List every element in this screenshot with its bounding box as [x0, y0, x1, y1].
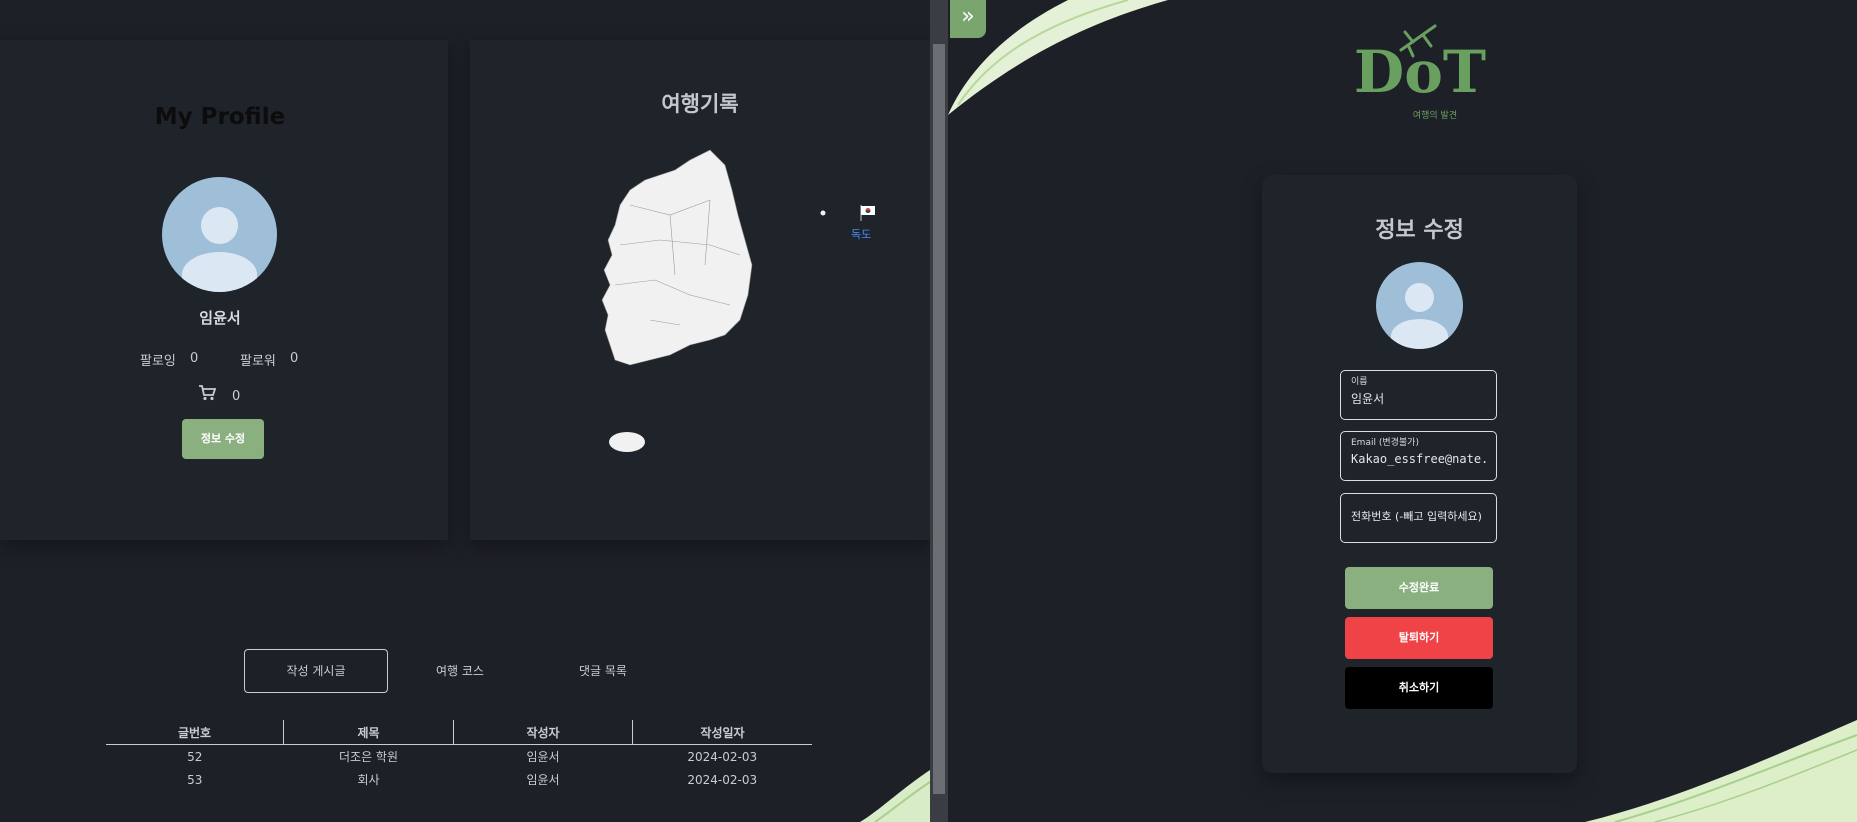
withdraw-button[interactable]: 탈퇴하기 [1345, 617, 1493, 659]
save-changes-button[interactable]: 수정완료 [1345, 567, 1493, 609]
tab-travel-course[interactable]: 여행 코스 [410, 650, 510, 692]
table-header-row: 글번호 제목 작성자 작성일자 [106, 720, 812, 745]
form-title: 정보 수정 [1375, 218, 1464, 243]
tab-comments[interactable]: 댓글 목록 [553, 650, 653, 692]
header-post-number: 글번호 [106, 720, 284, 745]
email-input[interactable] [1351, 452, 1489, 466]
table-row[interactable]: 53 회사 임윤서 2024-02-03 [106, 768, 812, 791]
cart-count: 0 [232, 389, 241, 404]
cell-title[interactable]: 더조은 학원 [284, 745, 454, 769]
posts-table: 글번호 제목 작성자 작성일자 52 더조은 학원 임윤서 2024-02-03… [106, 720, 812, 791]
phone-input[interactable] [1351, 510, 1489, 523]
name-input[interactable] [1351, 391, 1489, 405]
logo-text: DoT [1353, 38, 1487, 106]
wave-decoration [860, 770, 930, 822]
email-label: Email (변경불가) [1351, 438, 1419, 448]
profile-title: My Profile [154, 104, 286, 130]
wave-decoration-top [948, 0, 1168, 115]
cancel-button[interactable]: 취소하기 [1345, 667, 1493, 709]
following-label[interactable]: 팔로잉 [140, 350, 176, 369]
cell-author: 임윤서 [526, 750, 560, 764]
phone-field[interactable] [1340, 493, 1497, 543]
double-chevron-right-icon[interactable]: » [950, 0, 986, 38]
profile-name: 임윤서 [199, 309, 241, 327]
tab-my-posts[interactable]: 작성 게시글 [244, 649, 388, 693]
korea-flag-icon[interactable] [858, 203, 878, 223]
wave-decoration-bottom [1585, 720, 1857, 822]
cell-post-number: 52 [187, 749, 203, 764]
table-row[interactable]: 52 더조은 학원 임윤서 2024-02-03 [106, 745, 812, 769]
edit-avatar[interactable] [1376, 262, 1463, 349]
edit-profile-button[interactable]: 정보 수정 [182, 419, 264, 459]
cell-author: 임윤서 [526, 773, 560, 787]
dot-logo[interactable]: DoT 여행의 발견 [1340, 20, 1500, 125]
cell-date: 2024-02-03 [687, 772, 758, 787]
travel-record-title: 여행기록 [661, 92, 739, 116]
cell-title[interactable]: 회사 [284, 768, 454, 791]
scrollbar-thumb[interactable] [933, 44, 945, 794]
logo-subtitle: 여행의 발견 [1412, 111, 1458, 121]
following-count[interactable]: 0 [190, 351, 198, 366]
header-author: 작성자 [453, 720, 633, 745]
followers-label[interactable]: 팔로워 [240, 350, 276, 369]
followers-count[interactable]: 0 [290, 351, 298, 366]
name-field[interactable]: 이름 [1340, 370, 1497, 420]
header-date: 작성일자 [632, 720, 812, 745]
dokdo-label[interactable]: 독도 [851, 226, 871, 242]
name-label: 이름 [1351, 377, 1368, 387]
cell-date: 2024-02-03 [687, 749, 758, 764]
cell-post-number: 53 [187, 772, 203, 787]
email-field[interactable]: Email (변경불가) [1340, 431, 1497, 481]
cart-icon[interactable] [198, 385, 217, 405]
profile-avatar [162, 177, 277, 292]
header-title: 제목 [283, 720, 454, 745]
korea-map[interactable] [560, 145, 900, 460]
